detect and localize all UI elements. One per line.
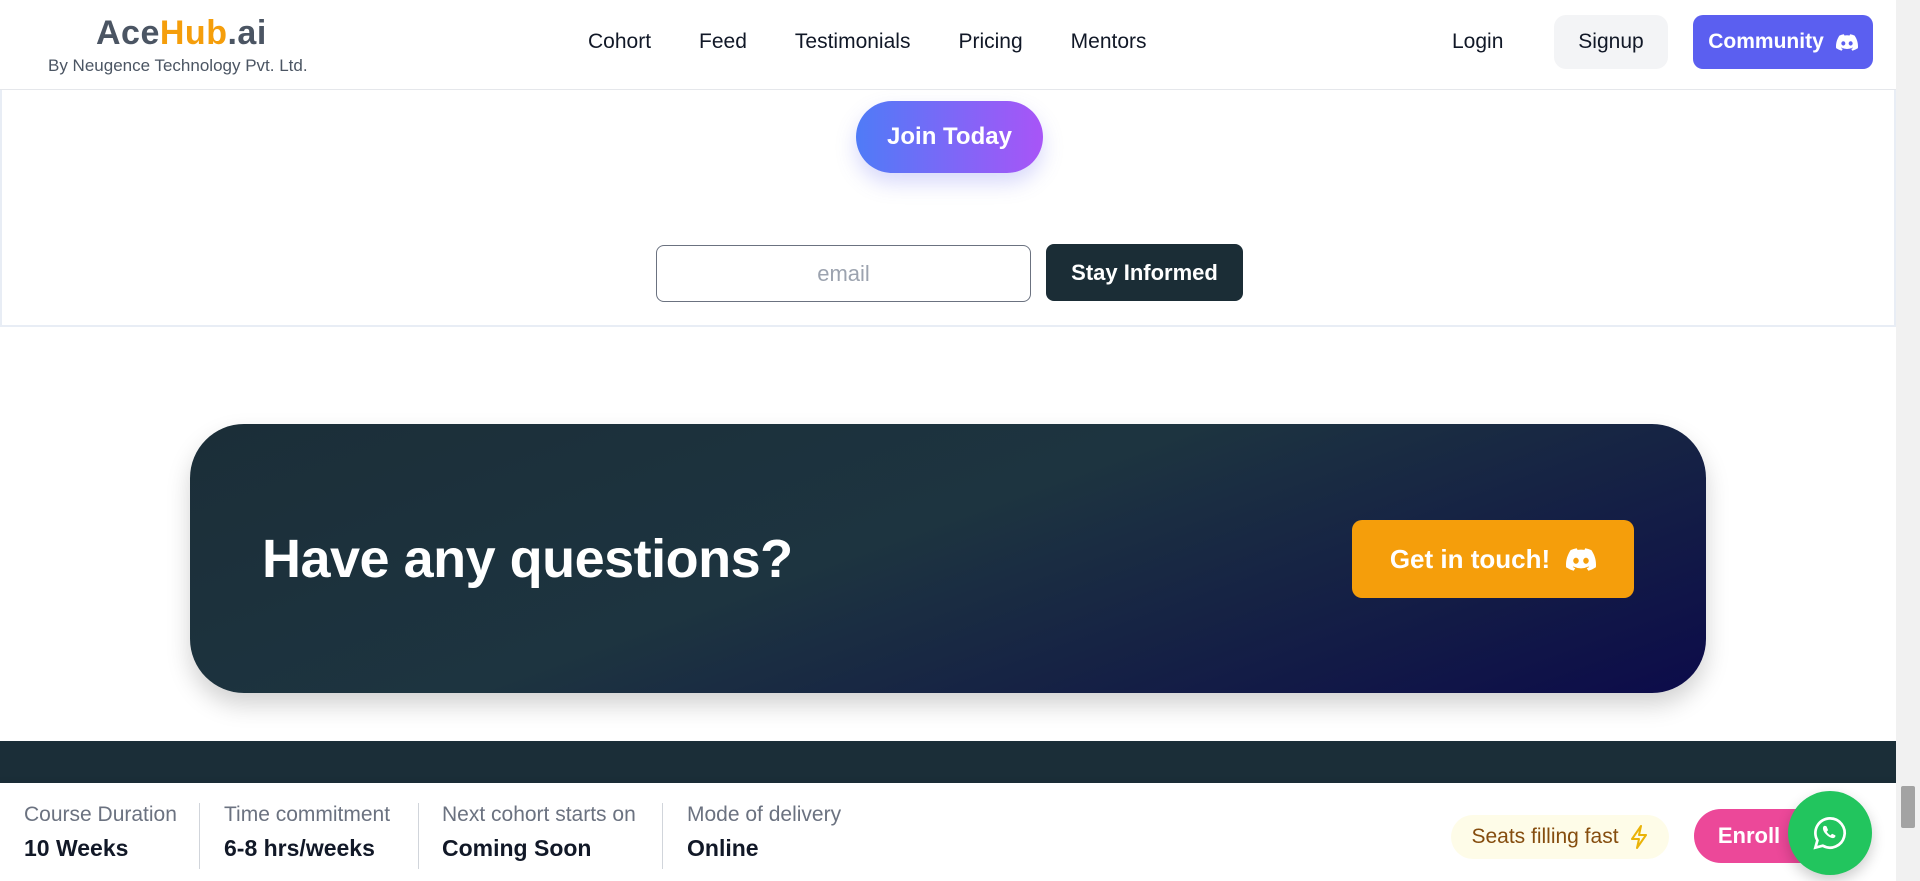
stat-value: 10 Weeks	[24, 835, 129, 861]
stat-label: Time commitment	[224, 803, 391, 826]
nav-cohort[interactable]: Cohort	[588, 30, 651, 54]
seats-badge: Seats filling fast	[1451, 815, 1669, 859]
main-nav: Cohort Feed Testimonials Pricing Mentors	[588, 30, 1147, 54]
join-today-label: Join Today	[887, 123, 1012, 150]
divider	[199, 803, 200, 869]
stat-course-duration: Course Duration 10 Weeks	[24, 803, 177, 869]
stat-label: Next cohort starts on	[442, 803, 636, 826]
questions-banner: Have any questions? Get in touch!	[190, 424, 1706, 693]
whatsapp-icon	[1813, 817, 1846, 850]
newsletter-section: Join Today Stay Informed	[0, 90, 1896, 327]
page-scrollbar[interactable]	[1896, 0, 1920, 881]
whatsapp-button[interactable]	[1788, 791, 1872, 875]
stat-value: Coming Soon	[442, 835, 592, 861]
discord-icon	[1835, 33, 1858, 51]
divider	[418, 803, 419, 869]
logo-wordmark: AceHub.ai	[96, 14, 267, 53]
lightning-icon	[1630, 825, 1647, 849]
nav-feed[interactable]: Feed	[699, 30, 747, 54]
course-info-bar: Course Duration 10 Weeks Time commitment…	[0, 783, 1896, 881]
join-today-button[interactable]: Join Today	[856, 101, 1043, 173]
site-header: AceHub.ai By Neugence Technology Pvt. Lt…	[0, 0, 1896, 90]
logo-ai: .ai	[227, 14, 267, 52]
questions-title: Have any questions?	[262, 529, 793, 589]
login-link[interactable]: Login	[1452, 30, 1503, 54]
stay-informed-button[interactable]: Stay Informed	[1046, 244, 1243, 301]
logo-subtitle: By Neugence Technology Pvt. Ltd.	[48, 56, 308, 75]
stat-label: Mode of delivery	[687, 803, 842, 826]
logo-ace: Ace	[96, 14, 160, 52]
discord-icon	[1566, 547, 1597, 571]
stat-label: Course Duration	[24, 803, 177, 826]
signup-label: Signup	[1578, 30, 1644, 53]
stat-value: Online	[687, 835, 759, 861]
community-button[interactable]: Community	[1693, 15, 1873, 69]
divider	[662, 803, 663, 869]
nav-pricing[interactable]: Pricing	[958, 30, 1022, 54]
nav-testimonials[interactable]: Testimonials	[795, 30, 911, 54]
stat-mode-of-delivery: Mode of delivery Online	[687, 803, 841, 869]
signup-button[interactable]: Signup	[1554, 15, 1668, 69]
scrollbar-thumb[interactable]	[1901, 786, 1915, 828]
stat-next-cohort: Next cohort starts on Coming Soon	[442, 803, 636, 869]
community-label: Community	[1708, 30, 1824, 53]
get-in-touch-label: Get in touch!	[1389, 543, 1551, 574]
enroll-label: Enroll	[1717, 823, 1781, 848]
email-input[interactable]	[656, 245, 1031, 302]
stat-time-commitment: Time commitment 6-8 hrs/weeks	[224, 803, 390, 869]
seats-label: Seats filling fast	[1471, 825, 1619, 848]
stat-value: 6-8 hrs/weeks	[224, 835, 375, 861]
nav-mentors[interactable]: Mentors	[1071, 30, 1147, 54]
get-in-touch-button[interactable]: Get in touch!	[1352, 520, 1634, 598]
logo-hub: Hub	[159, 14, 228, 52]
stay-informed-label: Stay Informed	[1071, 259, 1218, 285]
